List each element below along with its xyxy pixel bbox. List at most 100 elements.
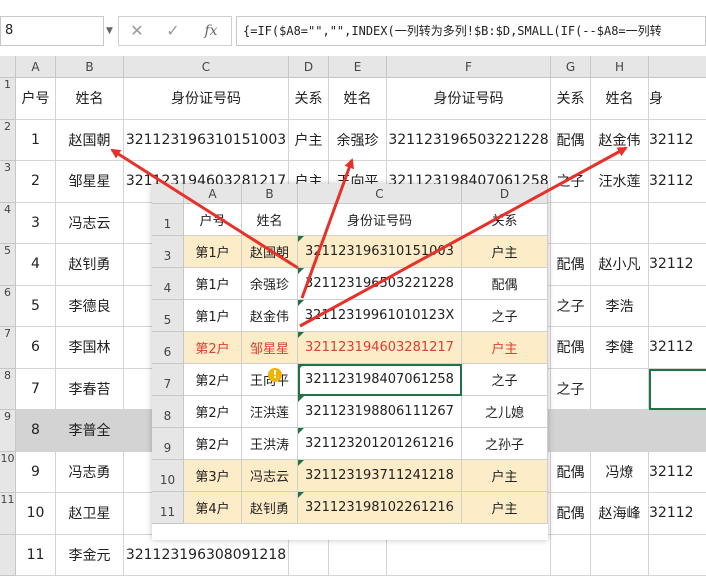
grid-cell[interactable]: 赵金伟 xyxy=(591,120,649,162)
selected-cell[interactable] xyxy=(649,369,706,411)
grid-cell[interactable] xyxy=(649,203,706,245)
grid-cell[interactable] xyxy=(551,410,591,452)
grid-cell[interactable]: 冯志云 xyxy=(56,203,124,245)
grid-cell[interactable] xyxy=(329,535,387,576)
grid-cell[interactable] xyxy=(551,203,591,245)
grid-cell[interactable]: 李国林 xyxy=(56,327,124,369)
row-header[interactable]: 4 xyxy=(0,203,16,245)
grid-cell[interactable]: 11 xyxy=(16,535,56,576)
grid-cell[interactable]: 李浩 xyxy=(591,286,649,328)
grid-cell[interactable]: 李金元 xyxy=(56,535,124,576)
grid-cell[interactable]: 8 xyxy=(16,410,56,452)
header-cell[interactable]: 身份证号码 xyxy=(387,78,551,120)
grid-cell[interactable]: 余强珍 xyxy=(329,120,387,162)
row-header[interactable]: 8 xyxy=(0,369,16,411)
grid-cell[interactable]: 配偶 xyxy=(551,244,591,286)
grid-cell[interactable]: 32112 xyxy=(649,244,706,286)
grid-cell[interactable]: 32112 xyxy=(649,327,706,369)
grid-cell[interactable]: 李春苔 xyxy=(56,369,124,411)
formula-input[interactable]: {=IF($A8="","",INDEX(一列转为多列!$B:$D,SMALL(… xyxy=(236,16,706,46)
grid-cell[interactable]: 10 xyxy=(16,493,56,535)
header-cell[interactable]: 姓名 xyxy=(591,78,649,120)
select-all-corner[interactable] xyxy=(0,56,16,78)
row-header[interactable]: 5 xyxy=(0,244,16,286)
row-header[interactable]: 2 xyxy=(0,120,16,162)
header-cell[interactable]: 关系 xyxy=(289,78,329,120)
grid-cell[interactable]: 配偶 xyxy=(551,493,591,535)
grid-cell[interactable]: 配偶 xyxy=(551,327,591,369)
grid-cell[interactable]: 邹星星 xyxy=(56,161,124,203)
row-header[interactable] xyxy=(0,535,16,576)
header-cell[interactable]: 户号 xyxy=(16,78,56,120)
grid-cell[interactable]: 6 xyxy=(16,327,56,369)
grid-cell[interactable]: 赵海峰 xyxy=(591,493,649,535)
grid-cell[interactable]: 32112 xyxy=(649,120,706,162)
grid-cell[interactable]: 李德良 xyxy=(56,286,124,328)
enter-icon[interactable]: ✓ xyxy=(158,16,188,46)
column-header[interactable]: F xyxy=(387,56,551,78)
grid-cell[interactable]: 之子 xyxy=(551,286,591,328)
column-header[interactable]: E xyxy=(329,56,387,78)
grid-cell[interactable]: 配偶 xyxy=(551,452,591,494)
insert-function-icon[interactable]: fx xyxy=(196,16,226,46)
name-box-dropdown-icon[interactable]: ▼ xyxy=(106,16,116,46)
header-cell[interactable]: 身份证号码 xyxy=(124,78,289,120)
row-header[interactable]: 3 xyxy=(0,161,16,203)
grid-cell[interactable]: 冯志勇 xyxy=(56,452,124,494)
column-header[interactable]: C xyxy=(124,56,289,78)
grid-cell[interactable] xyxy=(551,535,591,576)
row-header[interactable]: 7 xyxy=(0,327,16,369)
grid-cell[interactable]: 冯燎 xyxy=(591,452,649,494)
grid-cell[interactable]: 32112 xyxy=(649,452,706,494)
grid-cell[interactable] xyxy=(649,286,706,328)
column-header[interactable] xyxy=(649,56,706,78)
grid-cell[interactable]: 李健 xyxy=(591,327,649,369)
column-header[interactable]: D xyxy=(289,56,329,78)
grid-cell[interactable]: 配偶 xyxy=(551,120,591,162)
grid-cell[interactable]: 321123196503221228 xyxy=(387,120,551,162)
grid-cell[interactable]: 赵小凡 xyxy=(591,244,649,286)
name-box[interactable]: 8 xyxy=(0,16,104,46)
grid-cell[interactable] xyxy=(591,410,649,452)
grid-cell[interactable] xyxy=(387,535,551,576)
column-header[interactable]: A xyxy=(16,56,56,78)
grid-cell[interactable] xyxy=(289,535,329,576)
grid-cell[interactable] xyxy=(649,410,706,452)
grid-cell[interactable]: 户主 xyxy=(289,120,329,162)
grid-cell[interactable]: 李普全 xyxy=(56,410,124,452)
grid-cell[interactable]: 赵钊勇 xyxy=(56,244,124,286)
grid-cell[interactable]: 1 xyxy=(16,120,56,162)
header-cell[interactable]: 身 xyxy=(649,78,706,120)
row-header[interactable]: 11 xyxy=(0,493,16,535)
grid-cell[interactable]: 5 xyxy=(16,286,56,328)
row-header[interactable]: 6 xyxy=(0,286,16,328)
grid-cell[interactable] xyxy=(591,369,649,411)
grid-cell[interactable]: 7 xyxy=(16,369,56,411)
column-header[interactable]: B xyxy=(56,56,124,78)
warning-icon[interactable]: ! xyxy=(268,368,282,382)
column-header[interactable]: H xyxy=(591,56,649,78)
header-cell[interactable]: 姓名 xyxy=(56,78,124,120)
grid-cell[interactable] xyxy=(591,203,649,245)
row-header[interactable]: 1 xyxy=(0,78,16,120)
header-cell[interactable]: 姓名 xyxy=(329,78,387,120)
column-header[interactable]: G xyxy=(551,56,591,78)
grid-cell[interactable]: 9 xyxy=(16,452,56,494)
grid-cell[interactable]: 赵国朝 xyxy=(56,120,124,162)
grid-cell[interactable]: 3 xyxy=(16,203,56,245)
grid-cell[interactable]: 之子 xyxy=(551,369,591,411)
row-header[interactable]: 9 xyxy=(0,410,16,452)
grid-cell[interactable]: 32112 xyxy=(649,161,706,203)
grid-cell[interactable]: 之子 xyxy=(551,161,591,203)
row-header[interactable]: 10 xyxy=(0,452,16,494)
grid-cell[interactable]: 2 xyxy=(16,161,56,203)
grid-cell[interactable]: 汪水莲 xyxy=(591,161,649,203)
cancel-icon[interactable]: ✕ xyxy=(122,16,152,46)
grid-cell[interactable] xyxy=(649,535,706,576)
grid-cell[interactable] xyxy=(591,535,649,576)
header-cell[interactable]: 关系 xyxy=(551,78,591,120)
grid-cell[interactable]: 赵卫星 xyxy=(56,493,124,535)
grid-cell[interactable]: 321123196310151003 xyxy=(124,120,289,162)
grid-cell[interactable]: 32112 xyxy=(649,493,706,535)
grid-cell[interactable]: 321123196308091218 xyxy=(124,535,289,576)
